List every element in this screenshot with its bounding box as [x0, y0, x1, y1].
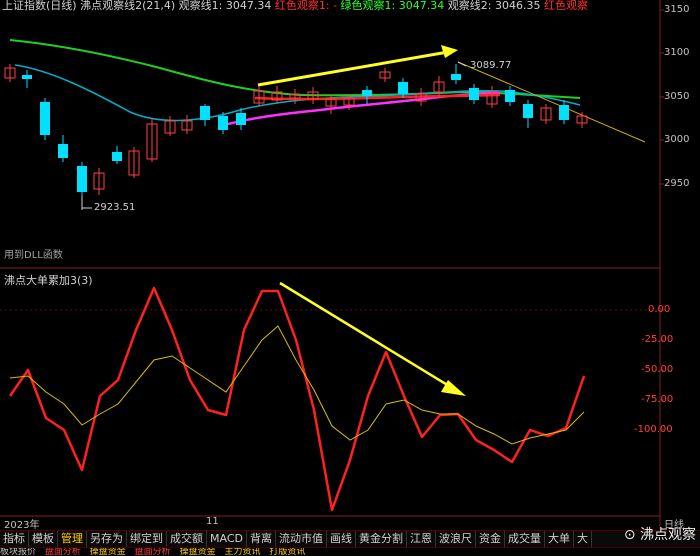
watermark: ⊙ 沸点观察 — [624, 524, 696, 544]
toolbar-item-big-order[interactable]: 大单 — [545, 531, 574, 547]
toolbar-item-divergence[interactable]: 背离 — [247, 531, 276, 547]
low-annotation: 2923.51 — [94, 202, 136, 213]
candles — [4, 64, 588, 208]
toolbar-item-bind-to[interactable]: 绑定到 — [127, 531, 167, 547]
trend-line — [457, 61, 646, 143]
toolbar-item-more[interactable]: 大 — [574, 531, 592, 547]
sub-red-line — [8, 286, 586, 512]
main-chart[interactable] — [0, 0, 700, 555]
sub-y-tick-50: -50.00 — [641, 364, 674, 375]
sub-arrow-shaft — [279, 281, 455, 391]
y-tick-3100: 3100 — [664, 47, 690, 58]
indicator-toolbar: 指标 模板 管理 另存为 绑定到 成交额 MACD 背离 流动市值 画线 黄金分… — [0, 530, 700, 547]
toolbar-item-float-cap[interactable]: 流动市值 — [276, 531, 327, 547]
y-tick-3150: 3150 — [664, 4, 690, 15]
toolbar-item-wave-ruler[interactable]: 波浪尺 — [436, 531, 476, 547]
toolbar-item-save-as[interactable]: 另存为 — [87, 531, 127, 547]
weibo-icon: ⊙ — [623, 527, 636, 543]
sub-y-tick-25: -25.00 — [641, 334, 674, 345]
toolbar-item-volume[interactable]: 成交量 — [505, 531, 545, 547]
watermark-text: 沸点观察 — [640, 527, 696, 543]
main-arrow-shaft — [257, 50, 449, 87]
x-label-mid: 11 — [206, 516, 219, 527]
toolbar-item-gann[interactable]: 江恩 — [407, 531, 436, 547]
x-label-year: 2023年 — [4, 520, 40, 531]
sub-y-tick-75: -75.00 — [641, 394, 674, 405]
toolbar-item-manage[interactable]: 管理 — [58, 531, 87, 547]
main-arrow-head — [441, 45, 458, 58]
toolbar-item-turnover[interactable]: 成交额 — [167, 531, 207, 547]
toolbar-item-template[interactable]: 模板 — [29, 531, 58, 547]
y-tick-2950: 2950 — [664, 178, 690, 189]
sub-y-tick-0: 0.00 — [648, 304, 671, 315]
y-tick-3000: 3000 — [664, 134, 690, 145]
toolbar-item-golden-ratio[interactable]: 黄金分割 — [356, 531, 407, 547]
toolbar-item-macd[interactable]: MACD — [207, 531, 247, 547]
toolbar-item-indicator[interactable]: 指标 — [0, 531, 29, 547]
toolbar-item-funds[interactable]: 资金 — [476, 531, 505, 547]
y-tick-3050: 3050 — [664, 91, 690, 102]
dll-note: 用到DLL函数 — [4, 250, 63, 261]
toolbar-item-draw-line[interactable]: 画线 — [327, 531, 356, 547]
high-annotation: 3089.77 — [470, 60, 512, 71]
sub-y-tick-100: -100.00 — [634, 424, 673, 435]
sub-panel-title: 沸点大单累加3(3) — [4, 274, 93, 287]
